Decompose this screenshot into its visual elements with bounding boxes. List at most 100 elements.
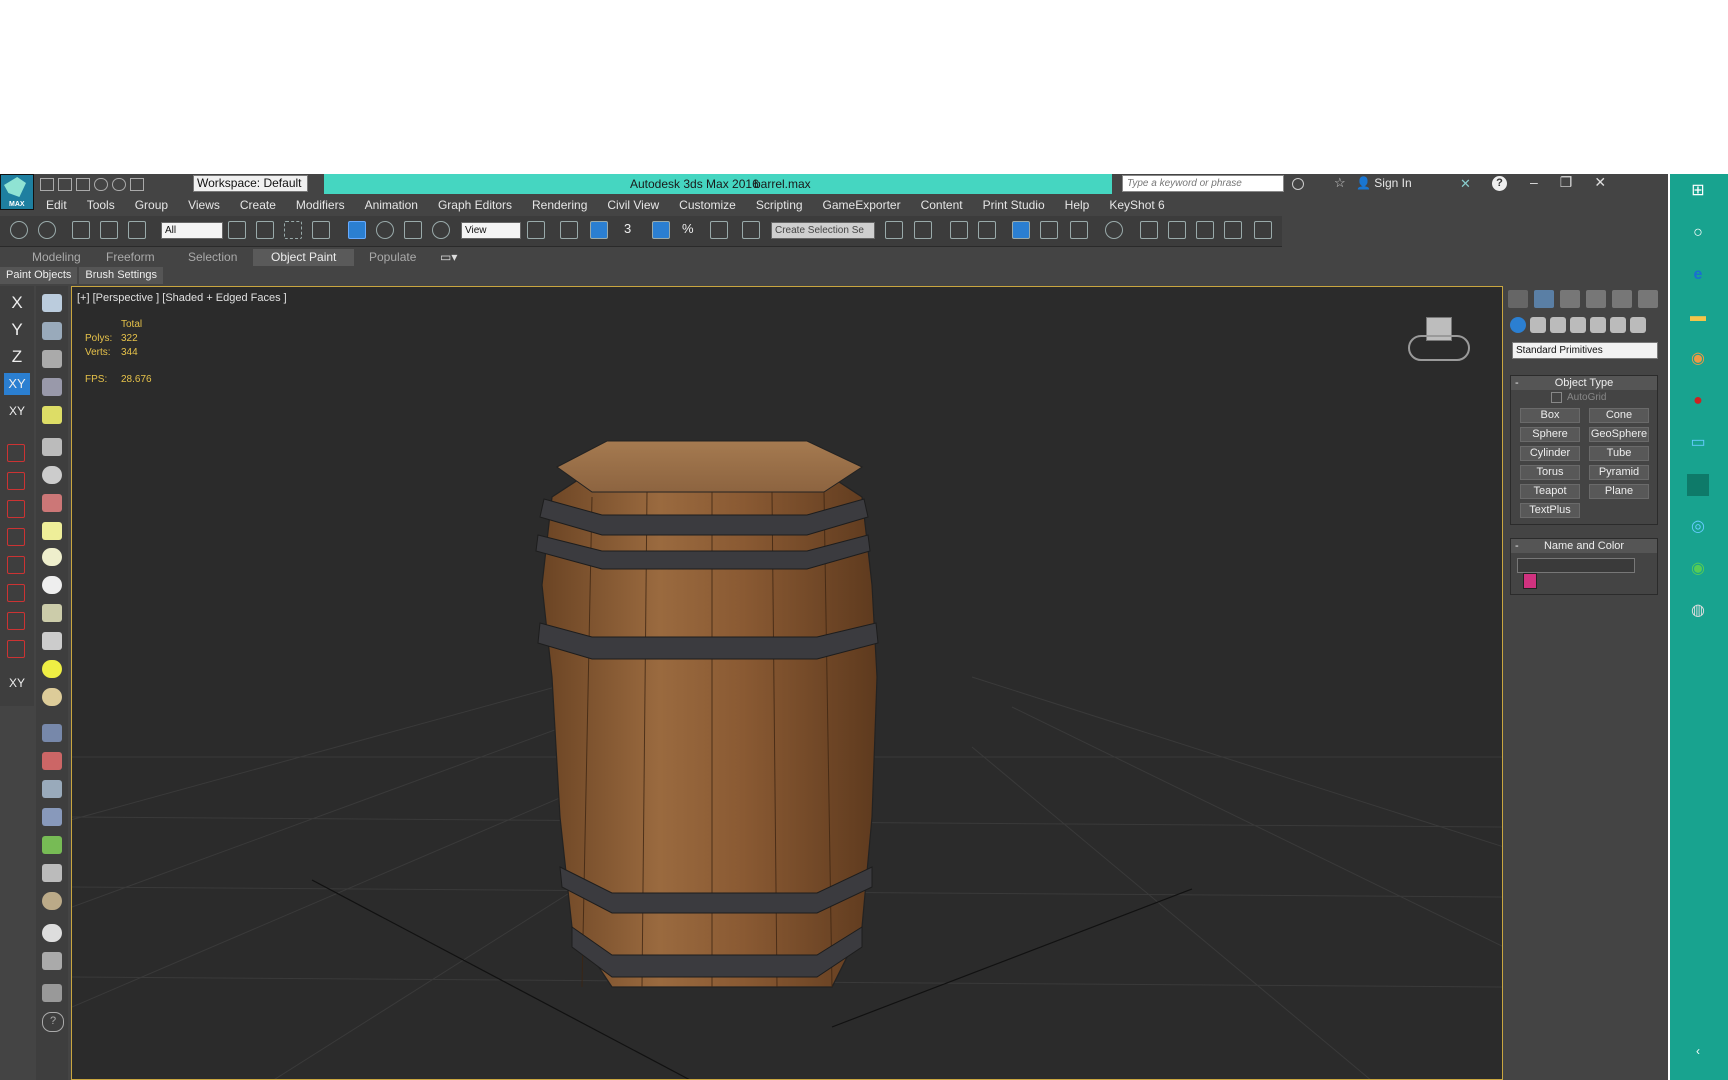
mirror-icon[interactable]	[885, 221, 905, 241]
redo-icon[interactable]	[112, 177, 126, 191]
light-icon[interactable]	[42, 406, 62, 424]
new-file-icon[interactable]	[40, 177, 54, 191]
menu-item-modifiers[interactable]: Modifiers	[286, 196, 355, 214]
utilities-tab-icon[interactable]	[1638, 290, 1658, 308]
sphere-button[interactable]: Sphere	[1520, 427, 1580, 442]
undo-icon[interactable]	[94, 177, 108, 191]
layer-explorer-icon[interactable]	[978, 221, 998, 241]
rig-icon[interactable]	[42, 780, 62, 798]
grass-icon[interactable]	[42, 836, 62, 854]
sign-in-button[interactable]: 👤 Sign In	[1356, 176, 1412, 190]
grid-icon[interactable]	[42, 952, 62, 970]
align-icon[interactable]	[914, 221, 934, 241]
project-folder-icon[interactable]	[130, 177, 144, 191]
molecule-icon[interactable]	[42, 752, 62, 770]
axis-x-button[interactable]: X	[4, 292, 30, 314]
scene-explorer-icon[interactable]	[950, 221, 970, 241]
snaps-toggle-icon[interactable]: 3	[624, 221, 644, 241]
app-blue-ring-icon[interactable]: ◎	[1687, 516, 1709, 538]
particles-icon[interactable]	[42, 724, 62, 742]
save-file-icon[interactable]	[76, 177, 90, 191]
snap-midpoint-icon[interactable]	[7, 528, 27, 548]
schematic-view-icon[interactable]	[1070, 221, 1090, 241]
app-menu-button[interactable]: MAX	[0, 174, 34, 210]
snap-center-icon[interactable]	[7, 640, 27, 660]
chrome-icon[interactable]: ◉	[1687, 348, 1709, 370]
snap-grid-icon[interactable]	[7, 444, 27, 464]
link-icon[interactable]	[72, 221, 92, 241]
rotate-icon[interactable]	[376, 221, 396, 241]
keyboard-shortcut-toggle-icon[interactable]	[590, 221, 610, 241]
tab-populate[interactable]: Populate	[369, 249, 416, 266]
3dsmax-taskbar-icon[interactable]	[1687, 474, 1709, 496]
menu-item-animation[interactable]: Animation	[355, 196, 428, 214]
sphere-light-icon[interactable]	[42, 688, 62, 706]
menu-item-civil-view[interactable]: Civil View	[597, 196, 669, 214]
textplus-button[interactable]: TextPlus	[1520, 503, 1580, 518]
torus-button[interactable]: Torus	[1520, 465, 1580, 480]
render-frame-icon[interactable]	[42, 322, 62, 340]
help-icon[interactable]: ?	[1492, 176, 1507, 191]
angle-snap-icon[interactable]	[652, 221, 672, 241]
render-in-cloud-icon[interactable]	[1254, 221, 1274, 241]
plane-icon[interactable]	[42, 522, 62, 540]
material-editor-icon[interactable]	[1105, 221, 1125, 241]
plane-button[interactable]: Plane	[1589, 484, 1649, 499]
axis-xy-cycle-button[interactable]: XY	[4, 400, 30, 422]
cortana-icon[interactable]: ○	[1687, 222, 1709, 244]
file-explorer-icon[interactable]: ▬	[1687, 306, 1709, 328]
render-icon[interactable]	[42, 494, 62, 512]
geometry-icon[interactable]	[1510, 317, 1526, 333]
menu-item-create[interactable]: Create	[230, 196, 286, 214]
gear-icon[interactable]	[42, 808, 62, 826]
redo-icon[interactable]	[38, 221, 58, 241]
snap-face-icon[interactable]	[7, 584, 27, 604]
cone-icon[interactable]	[42, 632, 62, 650]
hierarchy-tab-icon[interactable]	[1560, 290, 1580, 308]
camera-icon[interactable]	[42, 438, 62, 456]
object-color-swatch[interactable]	[1523, 573, 1537, 589]
place-icon[interactable]	[432, 221, 452, 241]
menu-item-graph-editors[interactable]: Graph Editors	[428, 196, 522, 214]
create-tab-icon[interactable]	[1508, 290, 1528, 308]
select-manipulate-icon[interactable]	[560, 221, 580, 241]
brush-settings-panel[interactable]: Brush Settings	[79, 267, 163, 284]
render-production-icon[interactable]	[1196, 221, 1216, 241]
axis-y-button[interactable]: Y	[4, 319, 30, 341]
texture-icon[interactable]	[42, 892, 62, 910]
axis-xy-button[interactable]: XY	[4, 373, 30, 395]
reference-coordinate-dropdown[interactable]: View	[461, 222, 521, 239]
app-red-icon[interactable]: ●	[1687, 390, 1709, 412]
app-laptop-icon[interactable]: ▭	[1687, 432, 1709, 454]
minimize-icon[interactable]: –	[1530, 174, 1538, 191]
restore-icon[interactable]: ❐	[1560, 174, 1573, 191]
sphere-tool-icon[interactable]	[42, 466, 62, 484]
menu-item-group[interactable]: Group	[125, 196, 178, 214]
bind-spacewarp-icon[interactable]	[128, 221, 148, 241]
edge-icon[interactable]: e	[1687, 264, 1709, 286]
render-setup-icon[interactable]	[1140, 221, 1160, 241]
spinner-snap-icon[interactable]	[710, 221, 730, 241]
tab-selection[interactable]: Selection	[188, 249, 237, 266]
open-file-icon[interactable]	[58, 177, 72, 191]
motion-tab-icon[interactable]	[1586, 290, 1606, 308]
render-iterative-icon[interactable]	[1224, 221, 1244, 241]
star-icon[interactable]: ☆	[1334, 175, 1346, 191]
tube-button[interactable]: Tube	[1589, 446, 1649, 461]
snap-endpoint-icon[interactable]	[7, 500, 27, 520]
viewcube[interactable]	[1408, 317, 1470, 367]
menu-item-tools[interactable]: Tools	[77, 196, 125, 214]
autogrid-checkbox[interactable]: AutoGrid	[1511, 390, 1657, 406]
scale-icon[interactable]	[404, 221, 424, 241]
object-name-field[interactable]	[1517, 558, 1635, 573]
script-icon[interactable]	[42, 984, 62, 1002]
hair-fur-icon[interactable]	[42, 864, 62, 882]
teapot-button[interactable]: Teapot	[1520, 484, 1580, 499]
curve-editor-icon[interactable]	[1040, 221, 1060, 241]
snap-vertex-icon[interactable]	[7, 472, 27, 492]
display-tab-icon[interactable]	[1612, 290, 1632, 308]
list-icon[interactable]	[42, 350, 62, 368]
search-input[interactable]: Type a keyword or phrase	[1122, 175, 1284, 192]
menu-item-scripting[interactable]: Scripting	[746, 196, 813, 214]
menu-item-customize[interactable]: Customize	[669, 196, 746, 214]
